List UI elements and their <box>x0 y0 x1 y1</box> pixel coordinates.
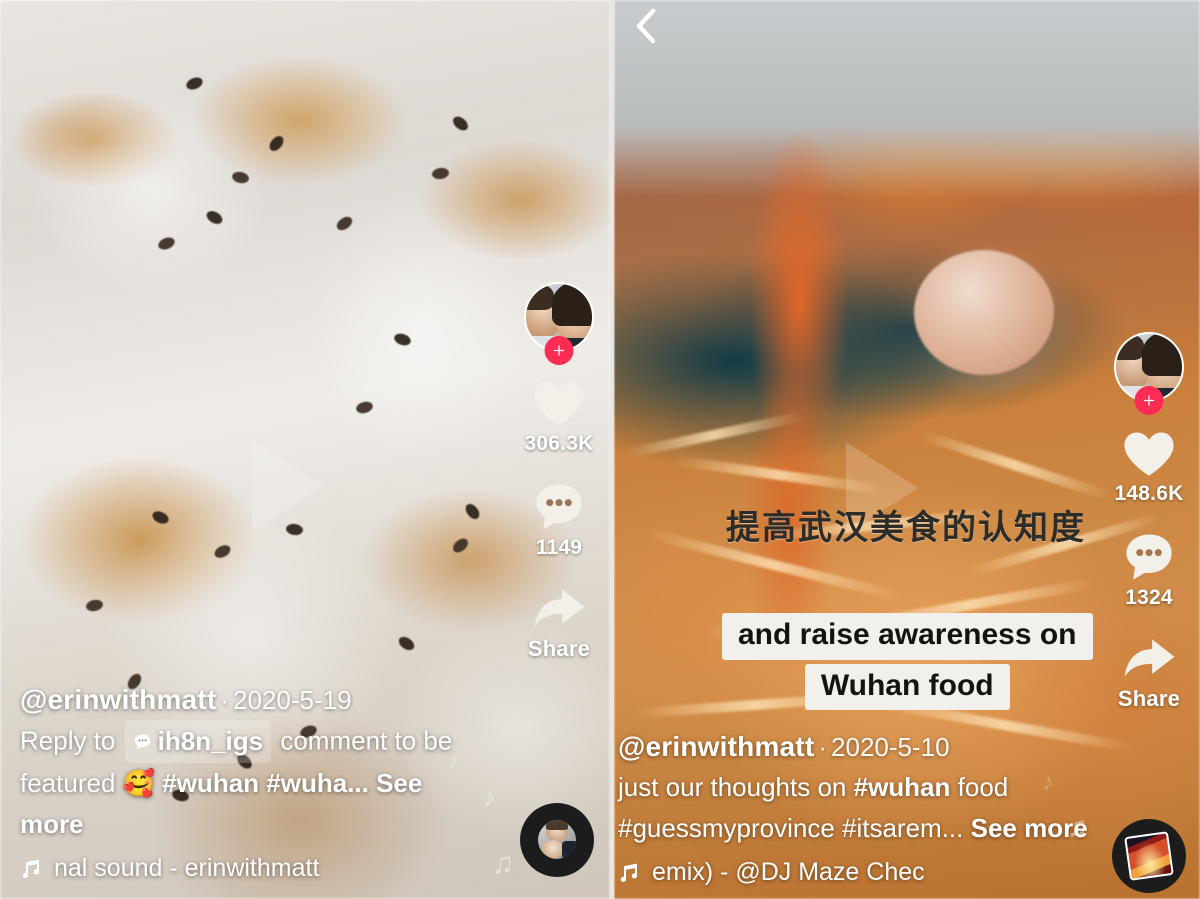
action-rail-left: 306.3K 1149 Share <box>524 282 594 676</box>
caption-line1-hashtag[interactable]: #wuhan <box>854 772 951 802</box>
english-subtitle-line-1: and raise awareness on <box>722 613 1093 660</box>
caption-line1-a: just our thoughts on <box>618 772 854 803</box>
chinese-subtitle: 提高武汉美食的认知度 <box>726 508 1086 548</box>
music-note-icon: ♫ <box>491 847 515 880</box>
album-cover-art <box>1126 833 1172 879</box>
like-count: 148.6K <box>1114 482 1184 505</box>
author-username[interactable]: @erinwithmatt <box>618 731 814 762</box>
video-panel-right[interactable]: 提高武汉美食的认知度 and raise awareness on Wuhan … <box>614 0 1200 899</box>
caption-block-right: @erinwithmatt · 2020-5-10 just our thought… <box>618 731 1118 887</box>
music-disc-avatar <box>538 821 576 859</box>
music-disc-icon[interactable] <box>520 803 594 877</box>
caption-text: Reply to ih8n_igs comment to be featured… <box>20 720 490 844</box>
caption-emoji: 🥰 <box>122 768 156 799</box>
music-note-icon: ♪ <box>448 750 458 772</box>
share-label: Share <box>527 636 591 661</box>
chevron-left-icon <box>636 8 656 44</box>
caption-prefix: Reply to <box>20 725 116 756</box>
comment-button[interactable]: 1324 <box>1121 530 1177 610</box>
music-note-icon: ♫ <box>1067 811 1088 842</box>
music-note-icon: ♪ <box>1042 769 1054 796</box>
author-username[interactable]: @erinwithmatt <box>20 684 216 715</box>
music-note-icon <box>22 859 39 878</box>
comment-count: 1324 <box>1125 586 1173 609</box>
comment-bubble-icon <box>134 734 150 749</box>
post-date: 2020-5-19 <box>233 685 352 716</box>
back-button[interactable] <box>624 4 668 48</box>
avatar[interactable] <box>524 282 594 365</box>
play-triangle-icon[interactable] <box>252 440 324 532</box>
english-subtitle-line-2: Wuhan food <box>804 663 1010 710</box>
plus-icon <box>1144 395 1154 406</box>
sound-title: nal sound - erinwithmatt <box>54 854 320 882</box>
like-count: 306.3K <box>524 432 594 455</box>
caption-line2-hashtags[interactable]: #guessmyprovince #itsarem... <box>618 813 963 843</box>
reply-to-badge[interactable]: ih8n_igs <box>124 720 272 764</box>
share-label: Share <box>1117 686 1181 711</box>
english-subtitle: and raise awareness on Wuhan food <box>722 613 1093 710</box>
plus-icon <box>554 345 564 356</box>
like-button[interactable]: 306.3K <box>525 378 594 456</box>
music-note-icon: ♪ <box>483 782 496 812</box>
video-panel-left[interactable]: 306.3K 1149 Share @erinwithmatt · 2020-5… <box>0 0 610 899</box>
comment-count: 1149 <box>535 536 583 559</box>
music-disc-album-art <box>1124 831 1174 881</box>
comment-bubble-icon <box>1126 534 1172 580</box>
music-note-icon <box>620 863 637 882</box>
share-button[interactable]: Share <box>1118 636 1180 712</box>
caption-line2-before: featured <box>20 768 116 799</box>
heart-icon <box>1124 432 1174 476</box>
music-disc-icon[interactable] <box>1112 819 1186 893</box>
caption-line1-b: food <box>950 772 1009 803</box>
author-separator: · <box>818 732 828 763</box>
share-button[interactable]: Share <box>528 586 590 662</box>
sound-title: emix) - @DJ Maze Chec <box>652 858 925 886</box>
avatar[interactable] <box>1114 332 1184 415</box>
share-arrow-icon <box>534 589 585 627</box>
comment-bubble-icon <box>536 484 582 530</box>
dual-video-screenshot: 306.3K 1149 Share @erinwithmatt · 2020-5… <box>0 0 1200 899</box>
sound-row[interactable]: emix) - @DJ Maze Chec <box>618 858 1118 887</box>
follow-button[interactable] <box>1134 386 1164 415</box>
post-date: 2020-5-10 <box>831 732 950 763</box>
author-row: @erinwithmatt · 2020-5-19 <box>20 684 490 716</box>
heart-icon <box>534 382 584 426</box>
caption-middle: comment to be <box>280 725 453 756</box>
action-rail-right: 148.6K 1324 Share <box>1114 332 1184 726</box>
caption-block-left: @erinwithmatt · 2020-5-19 Reply to ih8n_ig… <box>20 684 490 883</box>
follow-button[interactable] <box>544 336 574 365</box>
author-separator: · <box>220 685 230 716</box>
sound-row[interactable]: nal sound - erinwithmatt <box>20 854 490 883</box>
author-row: @erinwithmatt · 2020-5-10 <box>618 731 1118 763</box>
like-button[interactable]: 148.6K <box>1115 428 1184 506</box>
marinated-egg-decoration <box>914 250 1054 375</box>
reply-to-username: ih8n_igs <box>157 726 264 757</box>
share-arrow-icon <box>1124 639 1175 677</box>
comment-button[interactable]: 1149 <box>531 480 587 560</box>
caption-hashtags[interactable]: #wuhan #wuha... <box>162 768 369 798</box>
